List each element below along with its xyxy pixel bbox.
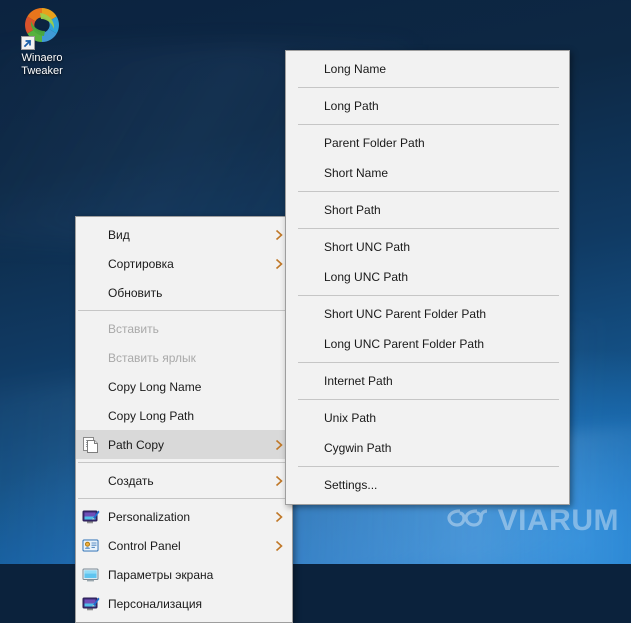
- submenu-item-short-unc-parent-folder-path[interactable]: Short UNC Parent Folder Path: [286, 299, 569, 329]
- submenu-item-label: Parent Folder Path: [324, 136, 425, 150]
- chevron-right-icon: [272, 258, 286, 270]
- menu-item-label: Control Panel: [108, 538, 181, 553]
- menu-item-icon-placeholder: [80, 349, 102, 367]
- submenu-item-label: Long Path: [324, 99, 379, 113]
- menu-item-label: Path Copy: [108, 437, 165, 452]
- submenu-separator: [298, 466, 559, 467]
- menu-item-icon-placeholder: [80, 378, 102, 396]
- desktop-shortcut-label-line1: Winaero: [21, 52, 63, 64]
- submenu-item-label: Short UNC Path: [324, 240, 411, 254]
- menu-item-label: Personalization: [108, 509, 191, 524]
- submenu-item-label: Long UNC Path: [324, 270, 409, 284]
- display-settings-monitor-icon: [80, 566, 102, 584]
- submenu-separator: [298, 399, 559, 400]
- menu-item-label: Персонализация: [108, 596, 203, 611]
- desktop-context-menu[interactable]: Вид Сортировка Обновить Вставить Вставить яр…: [75, 216, 293, 623]
- submenu-separator: [298, 191, 559, 192]
- menu-item-персонализация[interactable]: Персонализация: [76, 589, 292, 618]
- menu-item-label: Вставить: [108, 321, 159, 336]
- menu-item-label: Параметры экрана: [108, 567, 214, 582]
- submenu-item-label: Long Name: [324, 62, 387, 76]
- menu-item-вставить: Вставить: [76, 314, 292, 343]
- submenu-item-long-path[interactable]: Long Path: [286, 91, 569, 121]
- menu-item-icon-placeholder: [80, 472, 102, 490]
- menu-item-вид[interactable]: Вид: [76, 220, 292, 249]
- shortcut-arrow-overlay: [21, 36, 35, 50]
- menu-item-label: Copy Long Name: [108, 379, 202, 394]
- menu-item-copy-long-path[interactable]: Copy Long Path: [76, 401, 292, 430]
- menu-item-label: Вид: [108, 227, 130, 242]
- submenu-item-label: Long UNC Parent Folder Path: [324, 337, 485, 351]
- menu-item-icon-placeholder: [80, 255, 102, 273]
- submenu-item-long-unc-path[interactable]: Long UNC Path: [286, 262, 569, 292]
- submenu-item-settings[interactable]: Settings...: [286, 470, 569, 500]
- submenu-item-internet-path[interactable]: Internet Path: [286, 366, 569, 396]
- chevron-right-icon: [272, 475, 286, 487]
- submenu-item-unix-path[interactable]: Unix Path: [286, 403, 569, 433]
- menu-item-обновить[interactable]: Обновить: [76, 278, 292, 307]
- submenu-separator: [298, 87, 559, 88]
- menu-item-вставить-ярлык: Вставить ярлык: [76, 343, 292, 372]
- submenu-item-label: Short Path: [324, 203, 381, 217]
- submenu-item-long-unc-parent-folder-path[interactable]: Long UNC Parent Folder Path: [286, 329, 569, 359]
- menu-item-icon-placeholder: [80, 284, 102, 302]
- chevron-right-icon: [272, 439, 286, 451]
- menu-item-icon-placeholder: [80, 226, 102, 244]
- submenu-item-label: Settings...: [324, 478, 378, 492]
- menu-item-path-copy[interactable]: Path Copy: [76, 430, 292, 459]
- control-panel-icon: [80, 537, 102, 555]
- menu-separator: [78, 498, 290, 499]
- chevron-right-icon: [272, 540, 286, 552]
- submenu-item-short-unc-path[interactable]: Short UNC Path: [286, 232, 569, 262]
- personalization-monitor-icon: [80, 508, 102, 526]
- personalization-monitor-icon: [80, 595, 102, 613]
- chevron-right-icon: [272, 229, 286, 241]
- menu-item-создать[interactable]: Создать: [76, 466, 292, 495]
- submenu-item-label: Cygwin Path: [324, 441, 392, 455]
- submenu-item-label: Short Name: [324, 166, 389, 180]
- submenu-item-long-name[interactable]: Long Name: [286, 54, 569, 84]
- submenu-separator: [298, 124, 559, 125]
- submenu-separator: [298, 362, 559, 363]
- menu-separator: [78, 310, 290, 311]
- submenu-item-label: Internet Path: [324, 374, 393, 388]
- copy-document-icon: [80, 436, 102, 454]
- chevron-right-icon: [272, 511, 286, 523]
- submenu-item-label: Short UNC Parent Folder Path: [324, 307, 487, 321]
- menu-item-параметры-экрана[interactable]: Параметры экрана: [76, 560, 292, 589]
- menu-item-label: Обновить: [108, 285, 163, 300]
- menu-item-label: Создать: [108, 473, 154, 488]
- menu-item-icon-placeholder: [80, 407, 102, 425]
- desktop-shortcut-label-line2: Tweaker: [21, 65, 63, 77]
- submenu-item-short-name[interactable]: Short Name: [286, 158, 569, 188]
- submenu-item-parent-folder-path[interactable]: Parent Folder Path: [286, 128, 569, 158]
- menu-item-label: Сортировка: [108, 256, 174, 271]
- submenu-separator: [298, 295, 559, 296]
- menu-item-label: Вставить ярлык: [108, 350, 196, 365]
- submenu-item-short-path[interactable]: Short Path: [286, 195, 569, 225]
- menu-item-сортировка[interactable]: Сортировка: [76, 249, 292, 278]
- menu-item-copy-long-name[interactable]: Copy Long Name: [76, 372, 292, 401]
- submenu-separator: [298, 228, 559, 229]
- menu-separator: [78, 462, 290, 463]
- desktop-shortcut-winaero-tweaker[interactable]: Winaero Tweaker: [2, 4, 82, 78]
- menu-item-label: Copy Long Path: [108, 408, 195, 423]
- submenu-item-label: Unix Path: [324, 411, 377, 425]
- winaero-tweaker-app-icon: [19, 4, 65, 50]
- menu-item-personalization[interactable]: Personalization: [76, 502, 292, 531]
- menu-item-icon-placeholder: [80, 320, 102, 338]
- path-copy-submenu[interactable]: Long Name Long Path Parent Folder Path Shor…: [285, 50, 570, 505]
- menu-item-control-panel[interactable]: Control Panel: [76, 531, 292, 560]
- submenu-item-cygwin-path[interactable]: Cygwin Path: [286, 433, 569, 463]
